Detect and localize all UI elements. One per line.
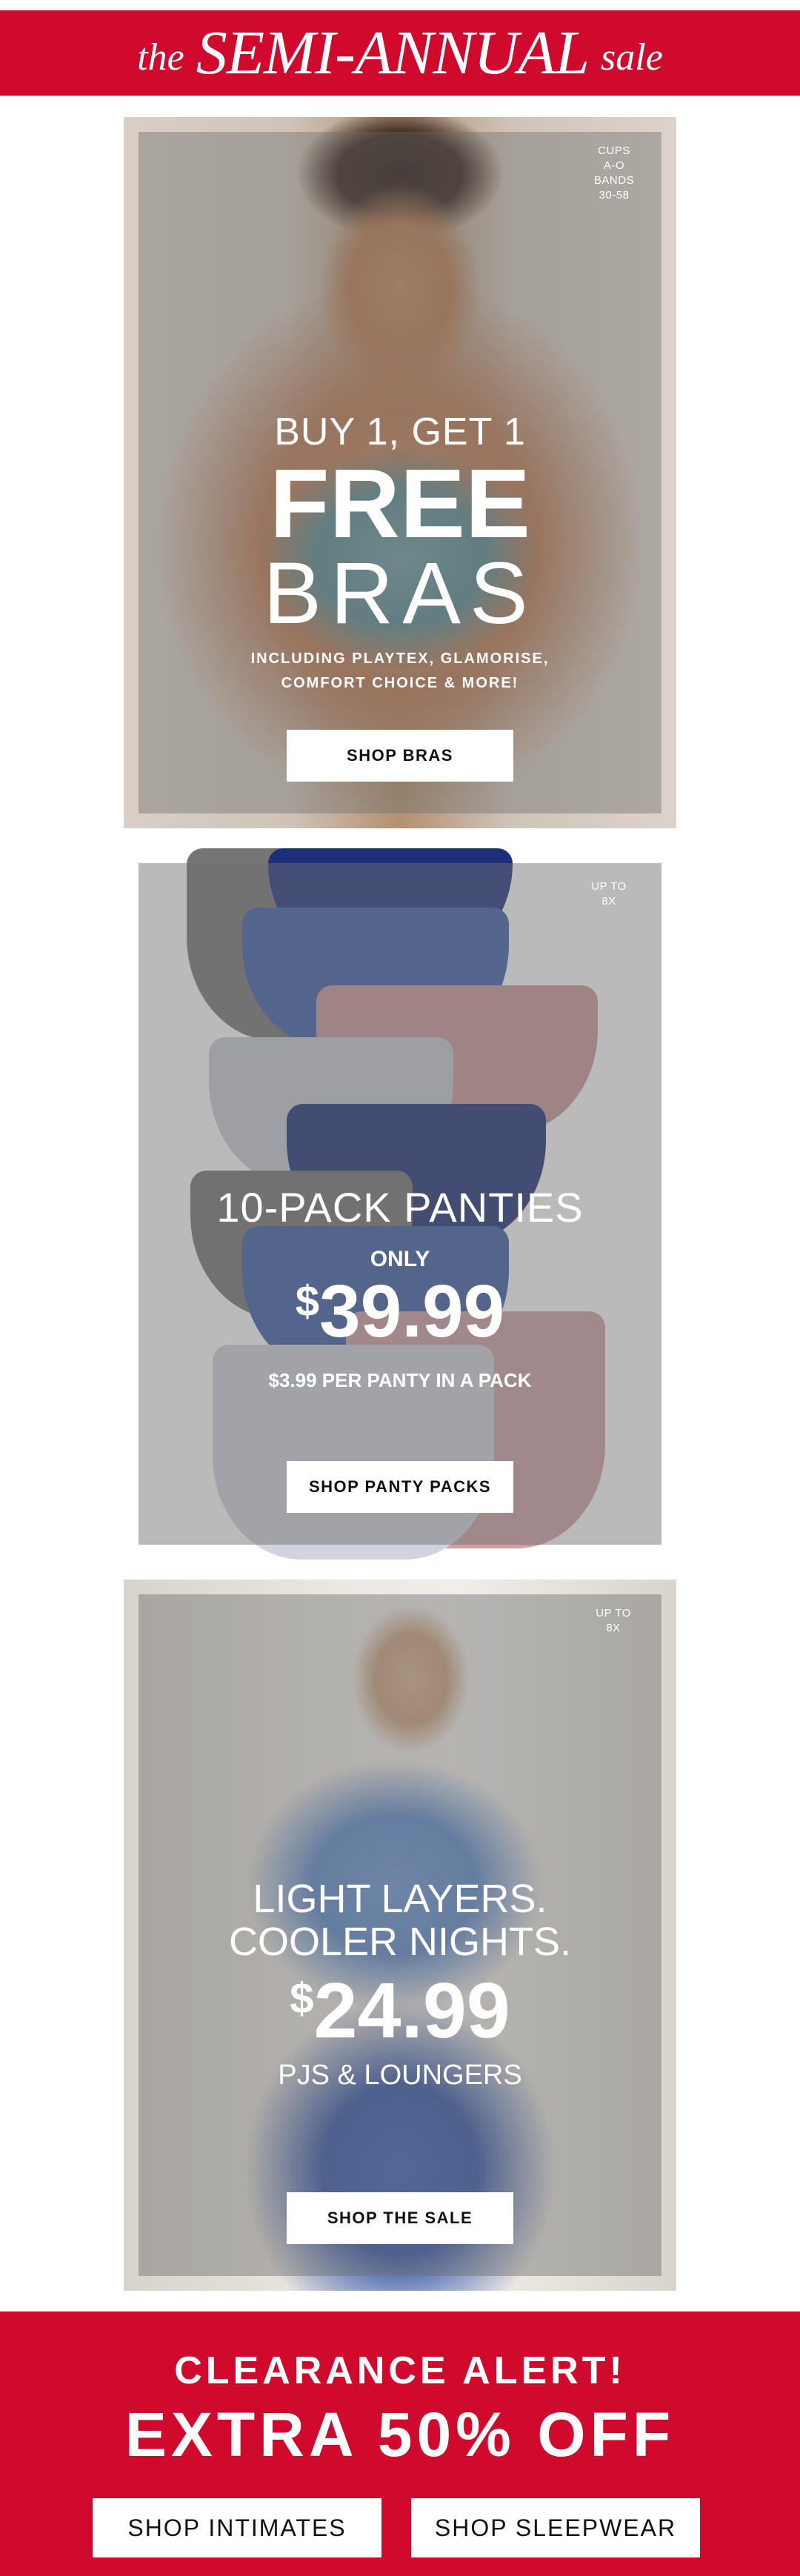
shop-the-sale-button[interactable]: SHOP THE SALE <box>287 2192 513 2244</box>
shop-bras-button[interactable]: SHOP BRAS <box>287 730 513 782</box>
shop-panty-packs-button[interactable]: SHOP PANTY PACKS <box>287 1461 513 1513</box>
sale-header-banner[interactable]: the SEMI-ANNUAL sale <box>0 10 800 96</box>
header-title: SEMI-ANNUAL <box>196 19 590 87</box>
bras-size-note-line: A-O <box>603 159 625 172</box>
clearance-alert-heading: CLEARANCE ALERT! <box>174 2349 626 2392</box>
bras-offer-line1: BUY 1, GET 1 <box>274 410 526 453</box>
panties-headline: 10-PACK PANTIES <box>216 1184 584 1231</box>
pjs-headline-line1: LIGHT LAYERS. <box>253 1877 547 1921</box>
pjs-price-symbol: $ <box>290 1974 314 2023</box>
bras-offer-free: FREE <box>269 449 531 558</box>
bras-size-note-line: CUPS <box>598 144 630 157</box>
pjs-price: $24.99 <box>124 1966 676 2056</box>
bras-size-note-line: BANDS <box>593 174 635 187</box>
panties-size-note: UP TO 8X <box>583 879 635 909</box>
panties-size-note-line: 8X <box>601 895 616 908</box>
bras-size-note: CUPS A-O BANDS 30-58 <box>584 144 644 203</box>
pjs-price-value: 24.99 <box>313 1967 510 2054</box>
panties-price-symbol: $ <box>295 1277 319 1325</box>
bras-brand-list-line2: COMFORT CHOICE & MORE! <box>281 675 519 691</box>
panties-size-note-line: UP TO <box>591 880 627 893</box>
pjs-promo-panel[interactable]: UP TO 8X LIGHT LAYERS. COOLER NIGHTS. $2… <box>124 1580 676 2291</box>
clearance-offer: EXTRA 50% OFF <box>124 2400 676 2469</box>
header-prefix: the <box>137 36 184 79</box>
pjs-category-label: PJS & LOUNGERS <box>278 2060 522 2091</box>
bras-brand-list-line1: INCLUDING PLAYTEX, GLAMORISE, <box>250 650 550 667</box>
pjs-size-note-line: 8X <box>606 1622 621 1634</box>
shop-intimates-button[interactable]: SHOP INTIMATES <box>93 2498 381 2557</box>
bras-size-note-line: 30-58 <box>599 189 630 202</box>
bras-offer-bras: BRAS <box>263 545 537 642</box>
pjs-size-note-line: UP TO <box>596 1607 631 1620</box>
panties-price-value: 39.99 <box>319 1270 505 1353</box>
pjs-headline-line2: COOLER NIGHTS. <box>228 1920 572 1964</box>
header-suffix: sale <box>601 36 663 79</box>
panties-promo-panel[interactable]: UP TO 8X 10-PACK PANTIES ONLY $39.99 $3.… <box>139 848 661 1560</box>
clearance-banner: CLEARANCE ALERT! EXTRA 50% OFF SHOP INTI… <box>0 2312 800 2576</box>
panties-only-label: ONLY <box>370 1247 430 1271</box>
panties-per-pack-note: $3.99 PER PANTY IN A PACK <box>268 1369 532 1391</box>
pjs-size-note: UP TO 8X <box>587 1606 639 1636</box>
shop-sleepwear-button[interactable]: SHOP SLEEPWEAR <box>411 2498 700 2557</box>
panties-price: $39.99 <box>139 1269 661 1354</box>
bras-promo-panel[interactable]: CUPS A-O BANDS 30-58 BUY 1, GET 1 FREE B… <box>124 117 676 828</box>
